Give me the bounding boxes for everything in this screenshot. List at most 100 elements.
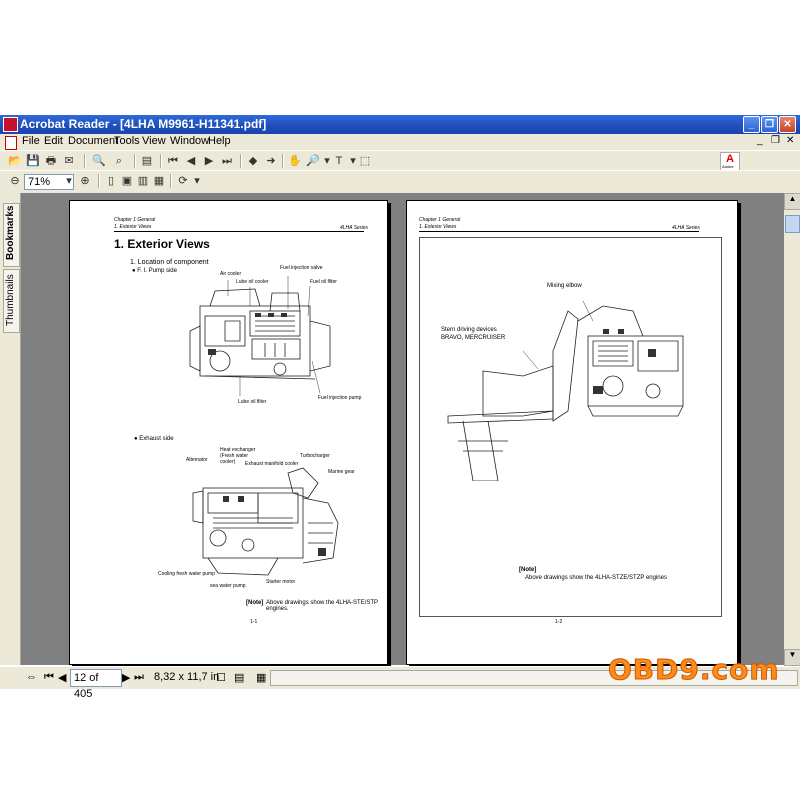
- zoom-select-dropdown-icon[interactable]: ▾: [62, 174, 76, 188]
- status-prev-page-icon[interactable]: ◀: [58, 671, 66, 684]
- label-fuel-oil-filter: Fuel oil filter: [310, 279, 337, 285]
- tab-thumbnails[interactable]: Thumbnails: [3, 269, 20, 333]
- section-heading: 1. Location of component: [130, 259, 209, 266]
- email-icon[interactable]: ✉: [62, 154, 76, 168]
- left-header-chapter: Chapter 1 General: [114, 217, 156, 223]
- right-page: Chapter 1 General 1. Exterior Views 4LHA…: [406, 200, 738, 665]
- go-back-icon[interactable]: ◆: [246, 154, 260, 168]
- zoom-tool-icon[interactable]: 🔎: [306, 154, 320, 168]
- restore-button[interactable]: ❐: [761, 116, 778, 133]
- label-turbocharger: Turbocharger: [300, 453, 330, 459]
- label-marine-gear: Marine gear: [328, 469, 355, 475]
- tab-bookmarks-label: Bookmarks: [5, 205, 16, 260]
- facing-layout-icon[interactable]: ▦: [256, 671, 266, 684]
- search-icon[interactable]: ⌕: [112, 154, 126, 168]
- zoom-out-icon[interactable]: ⊖: [8, 174, 22, 188]
- view-toolbar: ⊖ 71% ▾ ⊕ ▯ ▣ ▥ ▦ ⟳ ▾: [0, 170, 800, 194]
- menu-window[interactable]: Window: [170, 135, 209, 147]
- close-button[interactable]: ✕: [779, 116, 796, 133]
- navigation-pane-icon[interactable]: ▤: [140, 154, 154, 168]
- label-fuel-injection-pump: Fuel injection pump: [318, 395, 362, 401]
- go-forward-icon[interactable]: ➜: [264, 154, 278, 168]
- open-icon[interactable]: 📂: [8, 154, 22, 168]
- print-icon[interactable]: 🖶: [44, 154, 58, 168]
- menu-tools[interactable]: Tools: [114, 135, 140, 147]
- right-header-rule: [419, 231, 699, 232]
- right-header-section: 1. Exterior Views: [419, 224, 457, 230]
- previous-page-icon[interactable]: ◀: [184, 154, 198, 168]
- left-note-text: Above drawings show the 4LHA-STE/STP eng…: [266, 600, 378, 612]
- scroll-down-button[interactable]: ▼: [784, 649, 800, 666]
- column-select-icon[interactable]: ⬚: [358, 154, 372, 168]
- watermark: OBD9.com: [608, 653, 780, 687]
- fit-width-icon[interactable]: ▥: [136, 174, 150, 188]
- menu-bar: File Edit Document Tools View Window Hel…: [0, 134, 800, 150]
- left-header-rule: [114, 231, 364, 232]
- rotate-view-icon[interactable]: ⟳: [176, 174, 190, 188]
- label-exhaust-manifold-cooler: Exhaust manifold cooler: [245, 461, 299, 467]
- label-air-cooler: Air cooler: [220, 271, 242, 277]
- zoom-in-icon[interactable]: ⊕: [78, 174, 92, 188]
- scroll-thumb[interactable]: [785, 215, 800, 233]
- left-note-label: [Note]: [246, 600, 264, 606]
- last-page-icon[interactable]: ⏭: [220, 154, 234, 168]
- window-title: Acrobat Reader - [4LHA M9961-H11341.pdf]: [20, 117, 267, 131]
- page-number-field[interactable]: 12 of 405: [70, 669, 122, 700]
- save-icon[interactable]: 💾: [26, 154, 40, 168]
- bullet-exhaust-side: ● Exhaust side: [134, 436, 174, 442]
- status-first-page-icon[interactable]: ⏮: [44, 671, 54, 684]
- title-bar: Acrobat Reader - [4LHA M9961-H11341.pdf]…: [0, 115, 800, 134]
- left-header-series: 4LHA Series: [340, 225, 368, 231]
- menu-document[interactable]: Document: [68, 135, 118, 147]
- doc-restore-icon[interactable]: ❐: [771, 135, 780, 146]
- left-page-number: 1-1: [250, 619, 258, 625]
- doc-minimize-icon[interactable]: _: [757, 135, 763, 146]
- right-header-chapter: Chapter 1 General: [419, 217, 461, 223]
- left-page: Chapter 1 General 1. Exterior Views 4LHA…: [69, 200, 388, 665]
- minimize-button[interactable]: _: [743, 116, 760, 133]
- page-size-readout: 8,32 x 11,7 in: [154, 671, 220, 683]
- fit-visible-icon[interactable]: ▦: [152, 174, 166, 188]
- right-note-text: Above drawings show the 4LHA-STZE/STZP e…: [525, 575, 667, 581]
- page-title: 1. Exterior Views: [114, 237, 210, 251]
- stern-drive-engine-diagram: [447, 300, 684, 481]
- label-stern-driving-devices: Stern driving devices: [441, 327, 497, 333]
- label-cooling-fresh-water-pump: Cooling fresh water pump: [158, 571, 215, 577]
- adobe-logo-text: Adobe: [722, 164, 734, 169]
- find-icon[interactable]: 🔍: [92, 154, 106, 168]
- single-page-layout-icon[interactable]: ☐: [216, 671, 226, 684]
- right-header-series: 4LHA Series: [672, 225, 700, 231]
- document-icon: [5, 136, 17, 150]
- page-nav-toggle-icon[interactable]: ⇔: [26, 671, 37, 683]
- text-select-icon[interactable]: T: [332, 154, 346, 168]
- doc-close-icon[interactable]: ✕: [786, 135, 794, 146]
- first-page-icon[interactable]: ⏮: [166, 154, 180, 168]
- label-lube-oil-filter: Lube oil filter: [238, 399, 267, 405]
- status-last-page-icon[interactable]: ⏭: [134, 671, 144, 684]
- label-sea-water-pump: sea water pump: [210, 583, 246, 589]
- menu-edit[interactable]: Edit: [44, 135, 63, 147]
- fit-page-icon[interactable]: ▣: [120, 174, 134, 188]
- tab-bookmarks[interactable]: Bookmarks: [3, 203, 20, 267]
- continuous-layout-icon[interactable]: ▤: [234, 671, 244, 684]
- bullet-pump-side: ● F. I. Pump side: [132, 268, 177, 274]
- app-icon: [3, 117, 18, 132]
- navigation-tabs: Bookmarks Thumbnails: [0, 193, 21, 665]
- menu-view[interactable]: View: [142, 135, 166, 147]
- hand-tool-icon[interactable]: ✋: [288, 154, 302, 168]
- actual-size-icon[interactable]: ▯: [104, 174, 118, 188]
- status-next-page-icon[interactable]: ▶: [122, 671, 130, 684]
- menu-file[interactable]: File: [22, 135, 40, 147]
- page-number-value: 12 of 405: [74, 672, 99, 700]
- left-header-section: 1. Exterior Views: [114, 224, 152, 230]
- engine-diagram-pump-side: [189, 276, 331, 396]
- document-pane[interactable]: Chapter 1 General 1. Exterior Views 4LHA…: [21, 193, 784, 665]
- scroll-up-button[interactable]: ▲: [784, 193, 800, 210]
- menu-help[interactable]: Help: [208, 135, 231, 147]
- engine-diagram-exhaust-side: [192, 467, 339, 576]
- rotate-dropdown-icon[interactable]: ▾: [190, 174, 204, 188]
- label-lube-oil-cooler: Lube oil cooler: [236, 279, 269, 285]
- next-page-icon[interactable]: ▶: [202, 154, 216, 168]
- main-toolbar: 📂 💾 🖶 ✉ 🔍 ⌕ ▤ ⏮ ◀ ▶ ⏭ ◆ ➜ ✋ 🔎 ▾ T ▾ ⬚ A …: [0, 150, 800, 171]
- vertical-scrollbar[interactable]: ▲ ▼: [784, 193, 800, 666]
